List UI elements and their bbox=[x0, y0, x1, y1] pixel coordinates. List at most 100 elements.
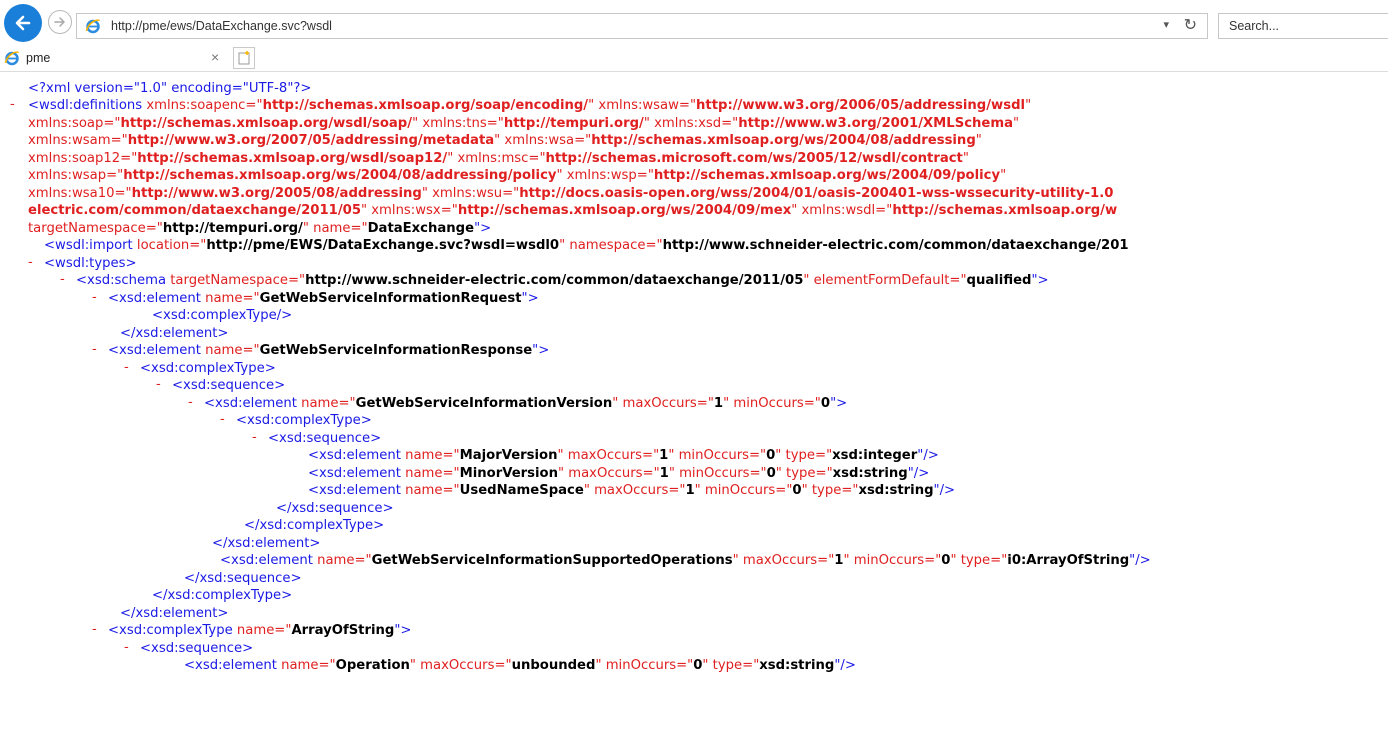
xml-value: 1 bbox=[713, 395, 724, 411]
xml-attr: xmlns:wsap=" bbox=[28, 168, 124, 183]
collapse-toggle[interactable]: - bbox=[124, 360, 129, 377]
chevron-down-icon[interactable]: ▾ bbox=[1163, 18, 1169, 31]
xml-attr: " maxOccurs=" bbox=[732, 553, 835, 568]
arrow-right-icon bbox=[54, 17, 65, 27]
xml-value: MajorVersion bbox=[459, 448, 558, 463]
xml-attr: " maxOccurs=" bbox=[558, 465, 660, 481]
collapse-toggle[interactable]: - bbox=[60, 272, 65, 289]
xml-tag: <wsdl:definitions bbox=[28, 98, 143, 113]
collapse-toggle[interactable]: - bbox=[156, 377, 161, 394]
xml-attr: " bbox=[962, 150, 969, 166]
xml-value: qualified bbox=[966, 273, 1032, 288]
xml-value: http://www.w3.org/2005/08/addressing bbox=[131, 185, 422, 201]
xml-value: http://tempuri.org/ bbox=[503, 115, 644, 131]
xml-tag: "/> bbox=[834, 658, 856, 673]
tab-close-button[interactable]: × bbox=[211, 49, 219, 65]
xml-attr: " type=" bbox=[775, 448, 833, 463]
xml-tag: <wsdl:types> bbox=[44, 255, 137, 271]
xml-value: http://docs.oasis-open.org/wss/2004/01/o… bbox=[519, 185, 1114, 201]
xml-value: 1 bbox=[685, 483, 695, 498]
xml-attr: " maxOccurs=" bbox=[612, 395, 714, 411]
collapse-toggle[interactable]: - bbox=[252, 430, 257, 447]
xml-attr: name=" bbox=[400, 465, 460, 481]
xml-attr: " name=" bbox=[302, 220, 368, 236]
xml-attr: xmlns:soap=" bbox=[28, 115, 121, 131]
xml-value: unbounded bbox=[511, 658, 596, 673]
xml-tag: "> bbox=[532, 343, 550, 358]
xml-tag: "> bbox=[474, 220, 492, 236]
xml-tag: <xsd:element bbox=[308, 465, 401, 481]
definitions-line-8: targetNamespace="http://tempuri.org/" na… bbox=[28, 220, 491, 237]
close-sequence-line: </xsd:sequence> bbox=[276, 500, 394, 517]
close-element-line: </xsd:element> bbox=[212, 535, 320, 552]
xml-tag: <xsd:element bbox=[108, 343, 201, 358]
new-tab-icon bbox=[238, 51, 250, 65]
xml-value: http://www.schneider-electric.com/common… bbox=[662, 238, 1129, 253]
search-placeholder: Search... bbox=[1229, 19, 1280, 33]
xml-attr: name=" bbox=[276, 658, 336, 673]
collapse-toggle[interactable]: - bbox=[10, 97, 15, 114]
collapse-toggle[interactable]: - bbox=[28, 255, 33, 272]
element-version-line: <xsd:element name="GetWebServiceInformat… bbox=[204, 395, 847, 412]
xml-attr: " xmlns:wsaw=" bbox=[588, 98, 697, 113]
refresh-icon[interactable]: ↻ bbox=[1184, 16, 1197, 36]
xml-attr: " xmlns:wsa=" bbox=[494, 133, 592, 148]
definitions-line-1: <wsdl:definitions xmlns:soapenc="http://… bbox=[28, 97, 1031, 114]
complextype-line: <xsd:complexType> bbox=[236, 412, 372, 429]
xml-attr: " bbox=[1013, 115, 1020, 131]
collapse-toggle[interactable]: - bbox=[92, 622, 97, 639]
element-operation-line: <xsd:element name="Operation" maxOccurs=… bbox=[184, 657, 856, 674]
close-sequence-line: </xsd:sequence> bbox=[184, 570, 302, 587]
tab-divider bbox=[0, 71, 1388, 72]
forward-button[interactable] bbox=[48, 10, 72, 34]
xml-tag: </xsd:sequence> bbox=[276, 500, 394, 516]
schema-line: <xsd:schema targetNamespace="http://www.… bbox=[76, 272, 1049, 289]
xml-tag: <xsd:element bbox=[204, 395, 297, 411]
xml-attr: " bbox=[975, 133, 982, 148]
xml-attr: " minOccurs=" bbox=[668, 448, 767, 463]
xml-value: http://pme/EWS/DataExchange.svc?wsdl=wsd… bbox=[206, 238, 560, 253]
xml-tag: </xsd:element> bbox=[212, 535, 321, 551]
collapse-toggle[interactable]: - bbox=[92, 342, 97, 359]
xml-value: Operation bbox=[335, 658, 410, 673]
xml-value: http://schemas.xmlsoap.org/ws/2004/08/ad… bbox=[591, 133, 976, 148]
xml-value: xsd:string bbox=[832, 465, 908, 481]
close-complextype-line: </xsd:complexType> bbox=[152, 587, 292, 604]
definitions-line-5: xmlns:wsap="http://schemas.xmlsoap.org/w… bbox=[28, 167, 1006, 184]
xml-tag: <xsd:complexType> bbox=[140, 360, 276, 376]
xml-attr: xmlns:soapenc=" bbox=[142, 98, 263, 113]
new-tab-button[interactable] bbox=[233, 47, 255, 69]
xml-value: http://schemas.xmlsoap.org/soap/encoding… bbox=[262, 98, 589, 113]
tab-pme[interactable]: pme × bbox=[0, 46, 230, 72]
collapse-toggle[interactable]: - bbox=[220, 412, 225, 429]
xml-attr: name=" bbox=[232, 623, 292, 638]
xml-value: http://schemas.xmlsoap.org/wsdl/soap12/ bbox=[137, 150, 448, 166]
collapse-toggle[interactable]: - bbox=[188, 395, 193, 412]
xml-tag: <xsd:complexType bbox=[108, 623, 233, 638]
import-line: <wsdl:import location="http://pme/EWS/Da… bbox=[44, 237, 1129, 254]
close-complextype-line: </xsd:complexType> bbox=[244, 517, 384, 534]
xml-value: 1 bbox=[659, 465, 669, 481]
xml-value: DataExchange bbox=[367, 220, 475, 236]
search-box[interactable]: Search... bbox=[1218, 13, 1388, 39]
xml-attr: " bbox=[1000, 168, 1007, 183]
xml-value: 1 bbox=[659, 448, 669, 463]
xml-attr: xmlns:wsa10=" bbox=[28, 185, 132, 201]
types-line: <wsdl:types> bbox=[44, 255, 137, 272]
xml-attr: name=" bbox=[200, 343, 260, 358]
xml-value: UsedNameSpace bbox=[459, 483, 584, 498]
back-button[interactable] bbox=[4, 4, 42, 42]
xml-attr: xmlns:wsam=" bbox=[28, 133, 128, 148]
collapse-toggle[interactable]: - bbox=[124, 640, 129, 657]
xml-tag: <wsdl:import bbox=[44, 238, 133, 253]
xml-attr: " bbox=[1025, 98, 1032, 113]
address-bar[interactable]: http://pme/ews/DataExchange.svc?wsdl ▾ ↻ bbox=[76, 13, 1208, 39]
xml-attr: " xmlns:wsx=" bbox=[361, 203, 458, 218]
sequence-line: <xsd:sequence> bbox=[268, 430, 381, 447]
xml-value: http://schemas.xmlsoap.org/wsdl/soap/ bbox=[120, 115, 413, 131]
xml-value: http://schemas.xmlsoap.org/ws/2004/08/ad… bbox=[123, 168, 557, 183]
xml-value: GetWebServiceInformationResponse bbox=[259, 343, 533, 358]
sequence-line: <xsd:sequence> bbox=[140, 640, 253, 657]
element-majorversion-line: <xsd:element name="MajorVersion" maxOccu… bbox=[308, 447, 939, 464]
collapse-toggle[interactable]: - bbox=[92, 290, 97, 307]
